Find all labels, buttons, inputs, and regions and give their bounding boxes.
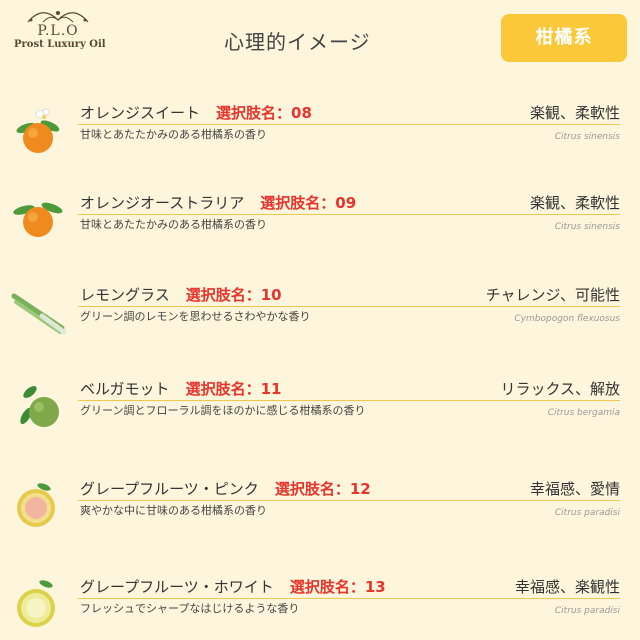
- pink-grapefruit-icon: [17, 483, 55, 527]
- item-latin-name: Citrus bergamia: [547, 408, 620, 418]
- divider: [78, 500, 620, 501]
- item-description: 爽やかな中に甘味のある柑橘系の香り: [80, 504, 267, 517]
- logo-mark: P.L.O: [37, 23, 79, 39]
- brand-logo: P.L.O Prost Luxury Oil: [14, 8, 106, 66]
- divider: [78, 400, 620, 401]
- list-item[interactable]: オレンジスイート 選択肢名：08 甘味とあたたかみのある柑橘系の香り 楽観、柔軟性…: [0, 102, 640, 162]
- item-effect: リラックス、解放: [500, 380, 620, 398]
- orange-icon: [13, 202, 63, 237]
- category-button[interactable]: 柑橘系: [501, 14, 627, 62]
- divider: [78, 124, 620, 125]
- item-effect: 楽観、柔軟性: [529, 194, 620, 212]
- list-item[interactable]: オレンジオーストラリア 選択肢名：09 甘味とあたたかみのある柑橘系の香り 楽観、…: [0, 192, 640, 252]
- item-name: オレンジオーストラリア 選択肢名：09: [80, 194, 357, 212]
- item-name: グレープフルーツ・ピンク 選択肢名：12: [80, 480, 371, 498]
- item-latin-name: Cymbopogon flexuosus: [514, 314, 620, 324]
- item-latin-name: Citrus sinensis: [554, 222, 620, 232]
- item-effect: 幸福感、愛情: [529, 480, 620, 498]
- divider: [78, 306, 620, 307]
- selection-label: 選択肢名：09: [260, 194, 357, 212]
- item-description: 甘味とあたたかみのある柑橘系の香り: [80, 218, 267, 231]
- divider: [78, 214, 620, 215]
- item-latin-name: Citrus paradisi: [554, 508, 620, 518]
- item-latin-name: Citrus paradisi: [554, 606, 620, 616]
- list-item[interactable]: レモングラス 選択肢名：10 グリーン調のレモンを思わせるさわやかな香り チャレン…: [0, 284, 640, 344]
- item-latin-name: Citrus sinensis: [554, 132, 620, 142]
- item-description: フレッシュでシャープなはじけるような香り: [80, 602, 300, 615]
- white-grapefruit-icon: [17, 580, 55, 627]
- item-name: ベルガモット 選択肢名：11: [80, 380, 282, 398]
- item-description: グリーン調とフローラル調をほのかに感じる柑橘系の香り: [80, 404, 366, 417]
- item-effect: チャレンジ、可能性: [485, 286, 620, 304]
- divider: [78, 598, 620, 599]
- selection-label: 選択肢名：12: [274, 480, 371, 498]
- list-item[interactable]: ベルガモット 選択肢名：11 グリーン調とフローラル調をほのかに感じる柑橘系の香り…: [0, 378, 640, 438]
- item-name: グレープフルーツ・ホワイト 選択肢名：13: [80, 578, 386, 596]
- selection-label: 選択肢名：13: [289, 578, 386, 596]
- selection-label: 選択肢名：11: [185, 380, 282, 398]
- orange-flower-icon: [16, 108, 60, 153]
- item-description: グリーン調のレモンを思わせるさわやかな香り: [80, 310, 311, 323]
- selection-label: 選択肢名：10: [185, 286, 282, 304]
- item-name: レモングラス 選択肢名：10: [80, 286, 282, 304]
- logo-name: Prost Luxury Oil: [14, 39, 106, 50]
- item-name: オレンジスイート 選択肢名：08: [80, 104, 312, 122]
- item-description: 甘味とあたたかみのある柑橘系の香り: [80, 128, 267, 141]
- bergamot-icon: [20, 386, 59, 427]
- item-effect: 楽観、柔軟性: [529, 104, 620, 122]
- selection-label: 選択肢名：08: [216, 104, 312, 122]
- lemongrass-icon: [11, 293, 67, 335]
- item-effect: 幸福感、楽観性: [514, 578, 620, 596]
- list-item[interactable]: グレープフルーツ・ホワイト 選択肢名：13 フレッシュでシャープなはじけるような香…: [0, 576, 640, 636]
- list-item[interactable]: グレープフルーツ・ピンク 選択肢名：12 爽やかな中に甘味のある柑橘系の香り 幸福…: [0, 478, 640, 538]
- page-title: 心理的イメージ: [224, 30, 371, 54]
